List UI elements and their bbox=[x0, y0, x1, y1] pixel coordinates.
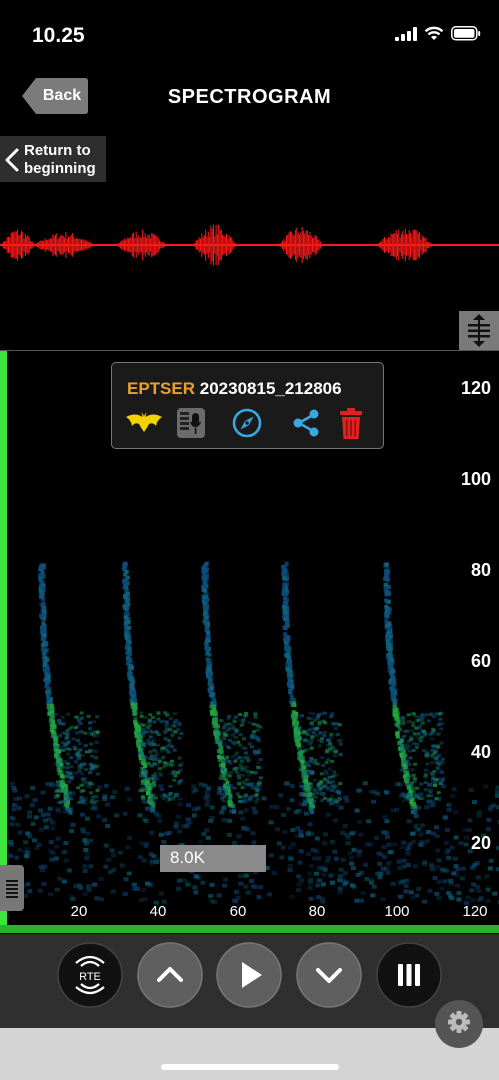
rte-icon: RTE bbox=[57, 942, 123, 1008]
home-indicator bbox=[161, 1064, 339, 1070]
status-bar: 10.25 bbox=[0, 0, 499, 72]
scroll-up-button[interactable] bbox=[137, 942, 203, 1008]
recording-title: EPTSER 20230815_212806 bbox=[127, 379, 342, 399]
level-value: 8.0K bbox=[170, 848, 205, 867]
bat-call-pulse bbox=[383, 562, 445, 815]
settings-button[interactable] bbox=[435, 1000, 483, 1048]
x-tick-label: 120 bbox=[462, 903, 488, 920]
frequency-indicator-bar bbox=[0, 351, 7, 925]
x-tick-label: 20 bbox=[70, 903, 88, 920]
return-label-line1: Return to bbox=[24, 142, 91, 159]
rte-label: RTE bbox=[79, 971, 101, 983]
play-icon bbox=[216, 942, 282, 1008]
frequency-drag-handle[interactable] bbox=[0, 865, 24, 911]
nav-bar: Back SPECTROGRAM bbox=[0, 72, 499, 122]
playback-controls: RTE bbox=[0, 934, 499, 1080]
bat-call-pulse bbox=[38, 563, 100, 815]
grip-icon bbox=[6, 880, 18, 898]
bat-icon[interactable] bbox=[125, 407, 163, 437]
x-tick-label: 40 bbox=[149, 903, 167, 920]
scroll-down-button[interactable] bbox=[296, 942, 362, 1008]
resize-vertical-icon bbox=[468, 314, 490, 347]
y-tick-label: 80 bbox=[470, 560, 491, 580]
waveform[interactable] bbox=[0, 200, 499, 290]
play-button[interactable] bbox=[216, 942, 282, 1008]
battery-icon bbox=[451, 26, 481, 41]
x-tick-label: 60 bbox=[229, 903, 247, 920]
waveform-resize-handle[interactable] bbox=[459, 311, 499, 350]
recording-name: 20230815_212806 bbox=[199, 379, 342, 398]
x-tick-label: 100 bbox=[384, 903, 410, 920]
rte-button[interactable]: RTE bbox=[57, 942, 123, 1008]
status-time: 10.25 bbox=[32, 24, 85, 47]
y-tick-label: 120 bbox=[460, 378, 491, 398]
signal-icon bbox=[395, 26, 417, 41]
compass-icon[interactable] bbox=[231, 407, 263, 439]
columns-icon bbox=[376, 942, 442, 1008]
return-label: Return to beginning bbox=[24, 142, 96, 178]
level-readout: 8.0K bbox=[160, 845, 266, 872]
share-icon[interactable] bbox=[290, 407, 322, 439]
chevron-left-icon bbox=[5, 148, 19, 172]
status-icons bbox=[395, 26, 481, 41]
species-code[interactable]: EPTSER bbox=[127, 379, 195, 398]
y-tick-label: 60 bbox=[470, 651, 491, 671]
bat-call-pulse bbox=[122, 561, 184, 813]
recorder-icon[interactable] bbox=[175, 407, 207, 439]
time-indicator-bar bbox=[0, 925, 499, 933]
recording-info-card: EPTSER 20230815_212806 bbox=[111, 362, 384, 449]
controls-row: RTE bbox=[0, 934, 499, 1028]
x-tick-label: 80 bbox=[308, 903, 326, 920]
trash-icon[interactable] bbox=[337, 407, 365, 441]
y-tick-label: 100 bbox=[460, 469, 491, 489]
bat-call-pulse bbox=[201, 561, 263, 814]
wifi-icon bbox=[424, 26, 444, 40]
menu-button[interactable] bbox=[376, 942, 442, 1008]
chevron-down-icon bbox=[296, 942, 362, 1008]
chevron-up-icon bbox=[137, 942, 203, 1008]
y-tick-label: 20 bbox=[470, 833, 491, 853]
y-tick-label: 40 bbox=[470, 742, 491, 762]
bat-call-pulse bbox=[281, 561, 343, 815]
gear-icon bbox=[448, 1011, 470, 1033]
return-label-line2: beginning bbox=[24, 160, 96, 177]
return-to-beginning-button[interactable]: Return to beginning bbox=[0, 136, 106, 182]
page-title: SPECTROGRAM bbox=[167, 86, 332, 108]
